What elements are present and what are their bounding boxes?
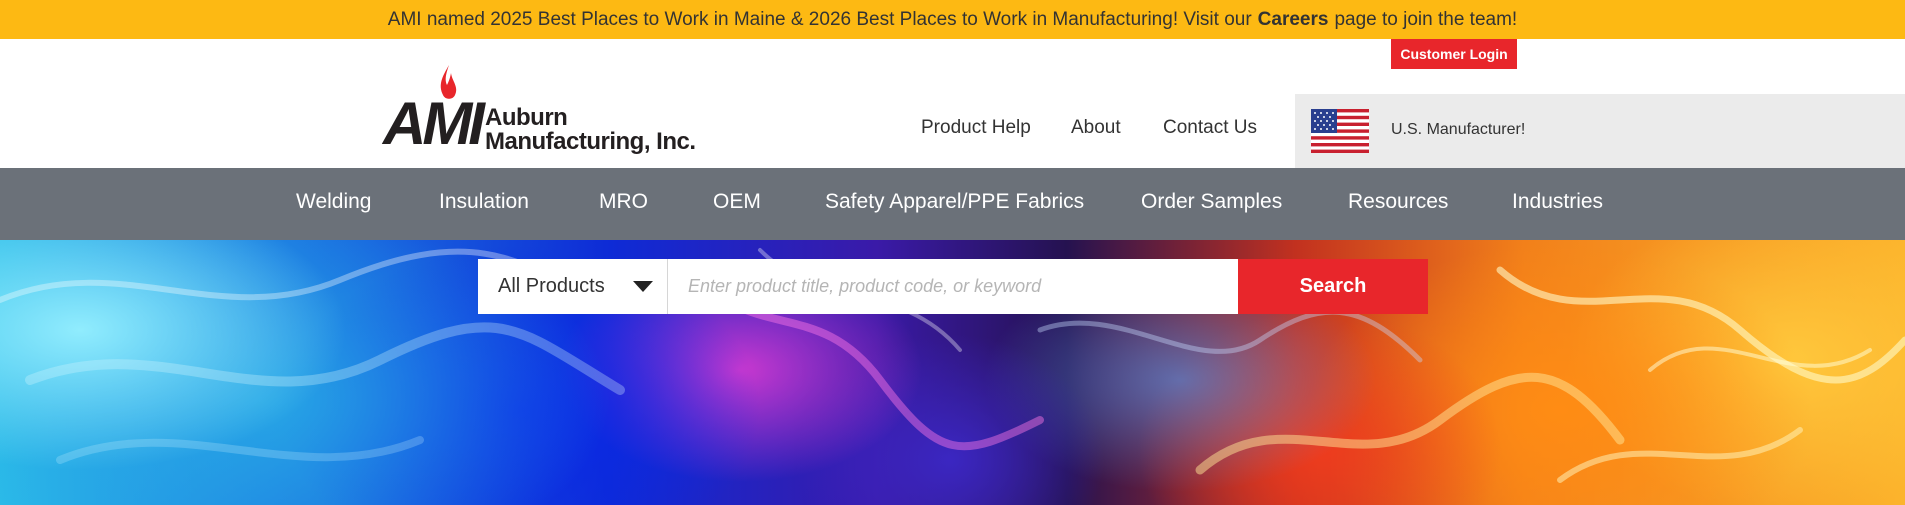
nav-item-oem[interactable]: OEM <box>713 190 761 214</box>
nav-item-insulation[interactable]: Insulation <box>439 190 529 214</box>
announcement-text-end: page to join the team! <box>1334 8 1518 30</box>
search-input[interactable] <box>668 259 1238 314</box>
nav-item-order-samples[interactable]: Order Samples <box>1141 190 1282 214</box>
careers-link[interactable]: Careers <box>1258 9 1329 31</box>
site-logo[interactable]: AMI Auburn Manufacturing, Inc. <box>383 59 718 159</box>
util-link-about[interactable]: About <box>1071 117 1121 139</box>
search-button[interactable]: Search <box>1238 259 1428 314</box>
site-header: AMI Auburn Manufacturing, Inc. Customer … <box>0 39 1905 168</box>
announcement-bar: AMI named 2025 Best Places to Work in Ma… <box>0 0 1905 39</box>
nav-item-resources[interactable]: Resources <box>1348 190 1448 214</box>
caret-down-icon <box>633 281 653 292</box>
logo-mark: AMI <box>383 90 485 157</box>
category-select[interactable]: All Products <box>478 259 668 314</box>
nav-item-mro[interactable]: MRO <box>599 190 648 214</box>
nav-item-welding[interactable]: Welding <box>296 190 372 214</box>
customer-login-button[interactable]: Customer Login <box>1391 39 1517 69</box>
nav-item-safety-apparel[interactable]: Safety Apparel/PPE Fabrics <box>825 190 1084 214</box>
us-manufacturer-badge: U.S. Manufacturer! <box>1295 94 1905 168</box>
logo-line-1: Auburn <box>485 104 568 131</box>
us-manufacturer-text: U.S. Manufacturer! <box>1391 121 1526 138</box>
logo-wordmark: Auburn Manufacturing, Inc. <box>485 106 696 154</box>
category-select-value: All Products <box>498 275 605 297</box>
main-nav: Welding Insulation MRO OEM Safety Appare… <box>0 168 1905 240</box>
us-flag-icon <box>1311 109 1369 153</box>
util-link-product-help[interactable]: Product Help <box>921 117 1031 139</box>
announcement-text: AMI named 2025 Best Places to Work in Ma… <box>387 8 1252 30</box>
nav-item-industries[interactable]: Industries <box>1512 190 1603 214</box>
util-link-contact-us[interactable]: Contact Us <box>1163 117 1257 139</box>
product-search: All Products Search <box>478 259 1428 314</box>
logo-line-2: Manufacturing, Inc. <box>485 128 696 155</box>
